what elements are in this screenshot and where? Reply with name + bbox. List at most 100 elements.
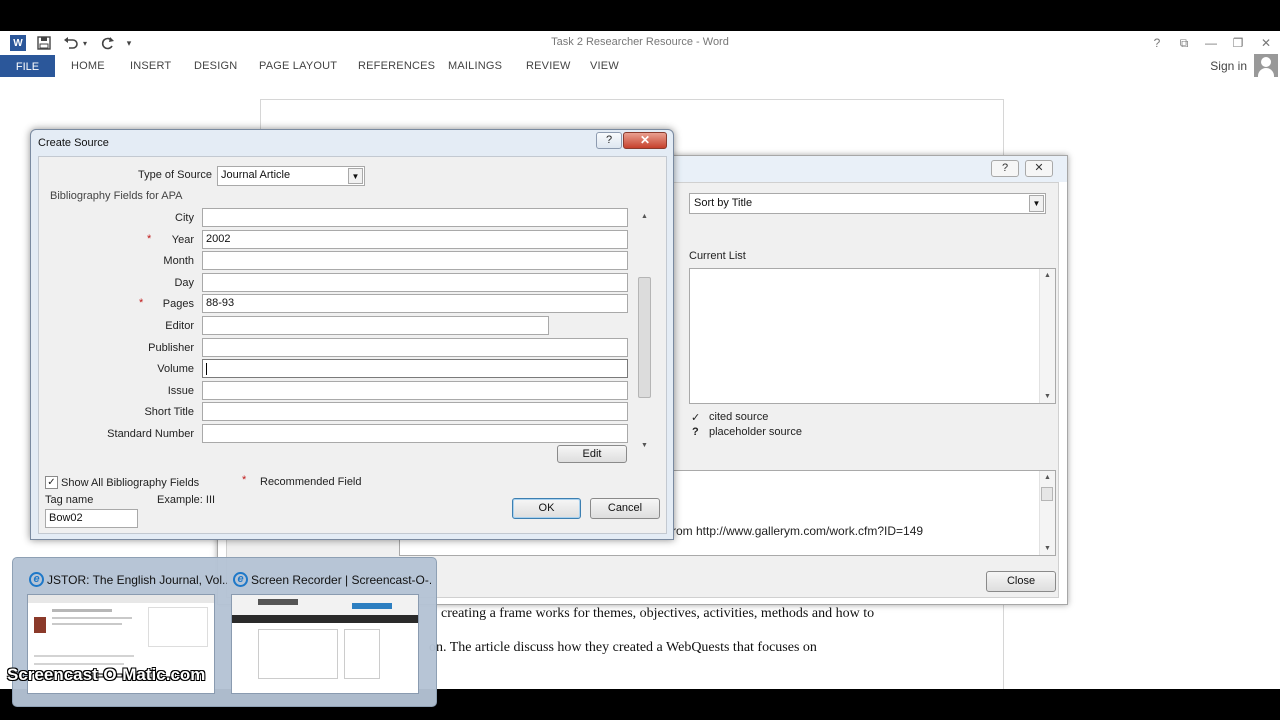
sort-select-value: Sort by Title xyxy=(694,197,753,209)
field-label-issue: Issue xyxy=(167,384,194,397)
type-of-source-select[interactable]: Journal Article ▼ xyxy=(217,166,365,186)
ribbon-display-icon[interactable]: ⧉ xyxy=(1174,34,1194,52)
create-source-title: Create Source xyxy=(38,137,109,149)
type-of-source-label: Type of Source xyxy=(138,169,212,181)
taskbar-preview-jstor[interactable]: e JSTOR: The English Journal, Vol.... xyxy=(27,566,227,706)
preview-title-screencast: Screen Recorder | Screencast-O-... xyxy=(251,573,431,587)
tab-review[interactable]: REVIEW xyxy=(526,60,571,72)
field-input-day[interactable] xyxy=(202,272,628,292)
field-label-city: City xyxy=(175,212,194,224)
create-source-help-button[interactable]: ? xyxy=(596,132,622,149)
ribbon-tabs: FILE HOME INSERT DESIGN PAGE LAYOUT REFE… xyxy=(0,54,1280,78)
field-input-editor[interactable] xyxy=(202,316,549,335)
tab-view[interactable]: VIEW xyxy=(590,60,619,72)
field-label-month: Month xyxy=(163,255,194,268)
field-input-short-title[interactable] xyxy=(202,402,628,422)
field-input-publisher[interactable] xyxy=(202,337,628,357)
close-icon[interactable]: ✕ xyxy=(1256,34,1276,52)
restore-icon[interactable]: ❐ xyxy=(1228,34,1248,52)
preview-scroll-thumb[interactable] xyxy=(1041,487,1053,501)
field-row-year: * Year 2002 xyxy=(39,229,639,250)
edit-button[interactable]: Edit xyxy=(557,445,627,463)
title-bar: W ▾ ▾ Task 2 Researcher Resource - Word … xyxy=(0,31,1280,55)
field-label-standard-number: Standard Number xyxy=(107,428,194,440)
create-source-dialog: Create Source ? ✕ Type of Source Journal… xyxy=(30,129,674,540)
create-source-close-button[interactable]: ✕ xyxy=(623,132,667,149)
help-icon[interactable]: ? xyxy=(1147,34,1167,52)
chevron-down-icon[interactable]: ▼ xyxy=(1029,195,1044,212)
placeholder-symbol: ? xyxy=(692,426,699,438)
tag-name-input[interactable]: Bow02 xyxy=(45,509,138,528)
cited-source-label: cited source xyxy=(709,411,769,423)
tab-file[interactable]: FILE xyxy=(0,55,55,78)
current-list-label: Current List xyxy=(689,250,746,262)
field-input-issue[interactable] xyxy=(202,380,628,400)
example-label: Example: III xyxy=(157,494,216,506)
field-input-year[interactable]: 2002 xyxy=(202,229,628,249)
source-manager-help-button[interactable]: ? xyxy=(991,160,1019,177)
document-line-1: creating a frame works for themes, objec… xyxy=(441,606,875,621)
field-input-volume[interactable] xyxy=(202,359,628,379)
preview-title-jstor: JSTOR: The English Journal, Vol.... xyxy=(47,573,227,587)
sign-in-link[interactable]: Sign in xyxy=(1210,59,1247,73)
field-row-publisher: Publisher xyxy=(39,337,639,358)
preview-scrollbar[interactable]: ▲ ▼ xyxy=(1039,471,1055,555)
tab-home[interactable]: HOME xyxy=(71,60,105,72)
cancel-button[interactable]: Cancel xyxy=(590,498,660,519)
field-label-editor: Editor xyxy=(165,320,194,332)
scroll-down-icon[interactable]: ▼ xyxy=(1040,393,1055,400)
show-all-checkbox[interactable]: ✓ xyxy=(45,476,58,489)
field-row-editor: Editor xyxy=(39,316,639,336)
cited-symbol: ✓ xyxy=(691,412,701,424)
sort-select[interactable]: Sort by Title ▼ xyxy=(689,193,1046,214)
source-manager-close-button[interactable]: ✕ xyxy=(1025,160,1053,177)
fields-scroll-thumb[interactable] xyxy=(638,277,651,398)
scroll-down-icon[interactable]: ▼ xyxy=(637,442,652,449)
field-row-short-title: Short Title xyxy=(39,402,639,422)
scroll-up-icon[interactable]: ▲ xyxy=(637,213,652,220)
current-list-box[interactable]: ▲ ▼ xyxy=(689,268,1056,404)
current-list-scrollbar[interactable]: ▲ ▼ xyxy=(1039,269,1055,403)
tab-design[interactable]: DESIGN xyxy=(194,60,237,72)
text-caret xyxy=(206,363,207,376)
field-label-pages: Pages xyxy=(162,298,194,311)
field-label-volume: Volume xyxy=(157,363,194,376)
field-row-month: Month xyxy=(39,251,639,271)
scroll-up-icon[interactable]: ▲ xyxy=(1040,474,1055,481)
taskbar-preview-screencast[interactable]: e Screen Recorder | Screencast-O-... xyxy=(231,566,431,706)
field-label-year: Year xyxy=(171,233,194,246)
field-row-pages: * Pages 88-93 xyxy=(39,294,639,314)
avatar[interactable] xyxy=(1254,54,1278,78)
show-all-label[interactable]: Show All Bibliography Fields xyxy=(61,477,199,489)
fields-scrollbar[interactable]: ▲ ▼ xyxy=(637,205,653,451)
scroll-up-icon[interactable]: ▲ xyxy=(1040,272,1055,279)
tab-references[interactable]: REFERENCES xyxy=(358,60,435,72)
fields-panel: City * Year 2002 Month Day * Pages 88-93 Editor Pu… xyxy=(39,205,657,443)
field-input-city[interactable] xyxy=(202,208,628,227)
tab-insert[interactable]: INSERT xyxy=(130,60,171,72)
field-input-month[interactable] xyxy=(202,251,628,271)
recommended-field-label: Recommended Field xyxy=(260,476,362,488)
required-star-icon: * xyxy=(147,232,152,245)
minimize-icon[interactable]: — xyxy=(1201,34,1221,52)
type-of-source-value: Journal Article xyxy=(221,169,291,181)
window-title: Task 2 Researcher Resource - Word xyxy=(551,36,729,48)
field-row-issue: Issue xyxy=(39,380,639,401)
field-label-publisher: Publisher xyxy=(148,341,194,354)
field-row-volume: Volume xyxy=(39,359,639,379)
preview-image-screencast xyxy=(231,594,419,694)
field-label-day: Day xyxy=(174,276,194,289)
scroll-down-icon[interactable]: ▼ xyxy=(1040,545,1055,552)
chevron-down-icon[interactable]: ▼ xyxy=(348,168,363,184)
document-line-2: on. The article discuss how they created… xyxy=(429,640,817,655)
ok-button[interactable]: OK xyxy=(512,498,581,519)
tab-page-layout[interactable]: PAGE LAYOUT xyxy=(259,60,337,72)
create-source-body: Type of Source Journal Article ▼ Bibliog… xyxy=(38,156,667,534)
close-button[interactable]: Close xyxy=(986,571,1056,592)
field-label-short-title: Short Title xyxy=(144,406,194,419)
screencast-watermark: Screencast-O-Matic.com xyxy=(7,665,206,684)
preview-text: rom http://www.gallerym.com/work.cfm?ID=… xyxy=(672,524,924,538)
tab-mailings[interactable]: MAILINGS xyxy=(448,60,502,72)
field-input-pages[interactable]: 88-93 xyxy=(202,294,628,314)
field-input-standard-number[interactable] xyxy=(202,424,628,443)
